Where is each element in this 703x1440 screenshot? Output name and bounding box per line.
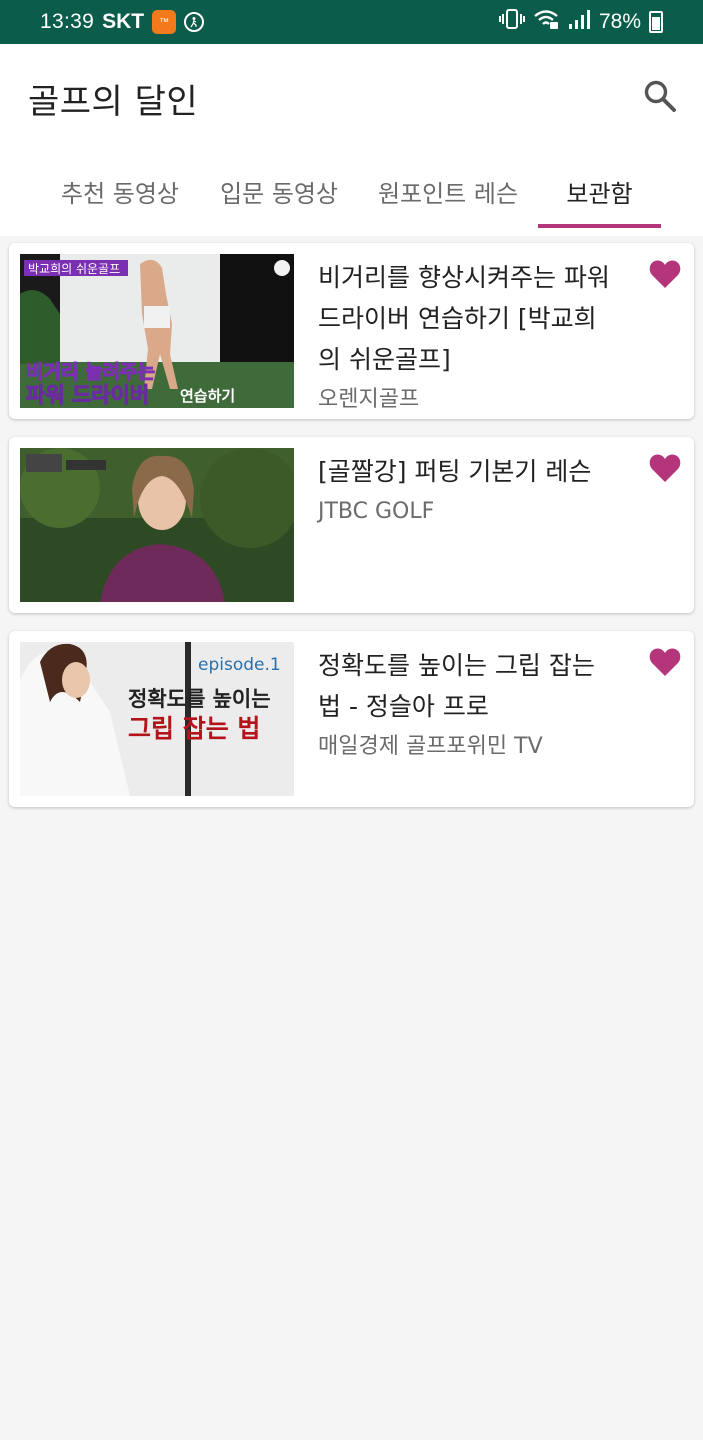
vibrate-icon xyxy=(498,8,525,36)
video-thumbnail: episode.1 정확도를 높이는 그립 잡는 법 xyxy=(20,642,294,796)
signal-icon xyxy=(567,8,591,36)
video-card[interactable]: 박교희의 쉬운골프 비거리 늘려주는 파워 드라이버 연습하기 비거리를 향상시… xyxy=(9,243,694,419)
heart-icon xyxy=(649,648,681,676)
video-thumbnail: 박교희의 쉬운골프 비거리 늘려주는 파워 드라이버 연습하기 xyxy=(20,254,294,408)
thumb-overlay-text: 박교희의 쉬운골프 xyxy=(28,262,120,276)
video-channel: JTBC GOLF xyxy=(318,499,435,524)
favorite-button[interactable] xyxy=(649,259,683,291)
notification-app-icon: ™ xyxy=(152,10,177,34)
heart-icon xyxy=(649,260,681,288)
video-info: 정확도를 높이는 그립 잡는 법 - 정슬아 프로 매일경제 골프포위민 TV xyxy=(318,645,618,765)
tab-recommended[interactable]: 추천 동영상 xyxy=(40,162,200,236)
video-card[interactable]: episode.1 정확도를 높이는 그립 잡는 법 정확도를 높이는 그립 잡… xyxy=(9,631,694,807)
tab-label: 보관함 xyxy=(566,180,633,208)
status-time: 13:39 xyxy=(40,10,95,33)
favorite-button[interactable] xyxy=(649,453,683,485)
video-card[interactable]: [골짤강] 퍼팅 기본기 레슨 JTBC GOLF xyxy=(9,437,694,613)
tab-label: 원포인트 레슨 xyxy=(377,180,519,208)
thumb-overlay-text: 비거리 늘려주는 xyxy=(26,361,155,383)
tab-indicator xyxy=(538,224,661,228)
tab-one-point-lesson[interactable]: 원포인트 레슨 xyxy=(358,162,538,236)
favorite-button[interactable] xyxy=(649,647,683,679)
status-carrier: SKT xyxy=(102,10,145,33)
thumb-overlay-text: episode.1 xyxy=(198,655,281,675)
search-button[interactable] xyxy=(640,76,680,116)
video-title: 비거리를 향상시켜주는 파워 드라이버 연습하기 [박교희의 쉬운골프] xyxy=(318,263,610,374)
tab-bar: 추천 동영상 입문 동영상 원포인트 레슨 보관함 xyxy=(0,162,703,236)
activity-icon xyxy=(184,12,205,32)
app-bar: 골프의 달인 추천 동영상 입문 동영상 원포인트 레슨 보관함 xyxy=(0,44,703,236)
tab-label: 입문 동영상 xyxy=(219,180,339,208)
status-bar-right: 78% xyxy=(498,8,663,36)
video-info: [골짤강] 퍼팅 기본기 레슨 JTBC GOLF xyxy=(318,451,618,530)
tab-label: 추천 동영상 xyxy=(60,180,180,208)
thumb-overlay-text: 그립 잡는 법 xyxy=(128,714,260,743)
app-title: 골프의 달인 xyxy=(28,82,199,122)
thumb-overlay-text: 파워 드라이버 xyxy=(26,383,149,407)
battery-icon xyxy=(649,11,663,33)
thumb-overlay-text: 연습하기 xyxy=(180,387,235,405)
thumb-overlay-text: 정확도를 높이는 xyxy=(128,687,271,711)
video-channel: 매일경제 골프포위민 TV xyxy=(318,734,543,759)
battery-percent: 78% xyxy=(598,10,641,33)
tab-beginner[interactable]: 입문 동영상 xyxy=(200,162,358,236)
status-bar: 13:39 SKT ™ 78% xyxy=(0,0,703,44)
wifi-icon xyxy=(533,8,559,36)
status-bar-left: 13:39 SKT ™ xyxy=(40,10,205,34)
video-title: 정확도를 높이는 그립 잡는 법 - 정슬아 프로 xyxy=(318,651,595,721)
notification-app-badge-text: ™ xyxy=(159,16,170,28)
video-thumbnail xyxy=(20,448,294,602)
heart-icon xyxy=(649,454,681,482)
video-info: 비거리를 향상시켜주는 파워 드라이버 연습하기 [박교희의 쉬운골프] 오렌지… xyxy=(318,257,618,418)
video-title: [골짤강] 퍼팅 기본기 레슨 xyxy=(318,457,592,486)
search-icon xyxy=(644,80,676,112)
video-channel: 오렌지골프 xyxy=(318,387,420,412)
